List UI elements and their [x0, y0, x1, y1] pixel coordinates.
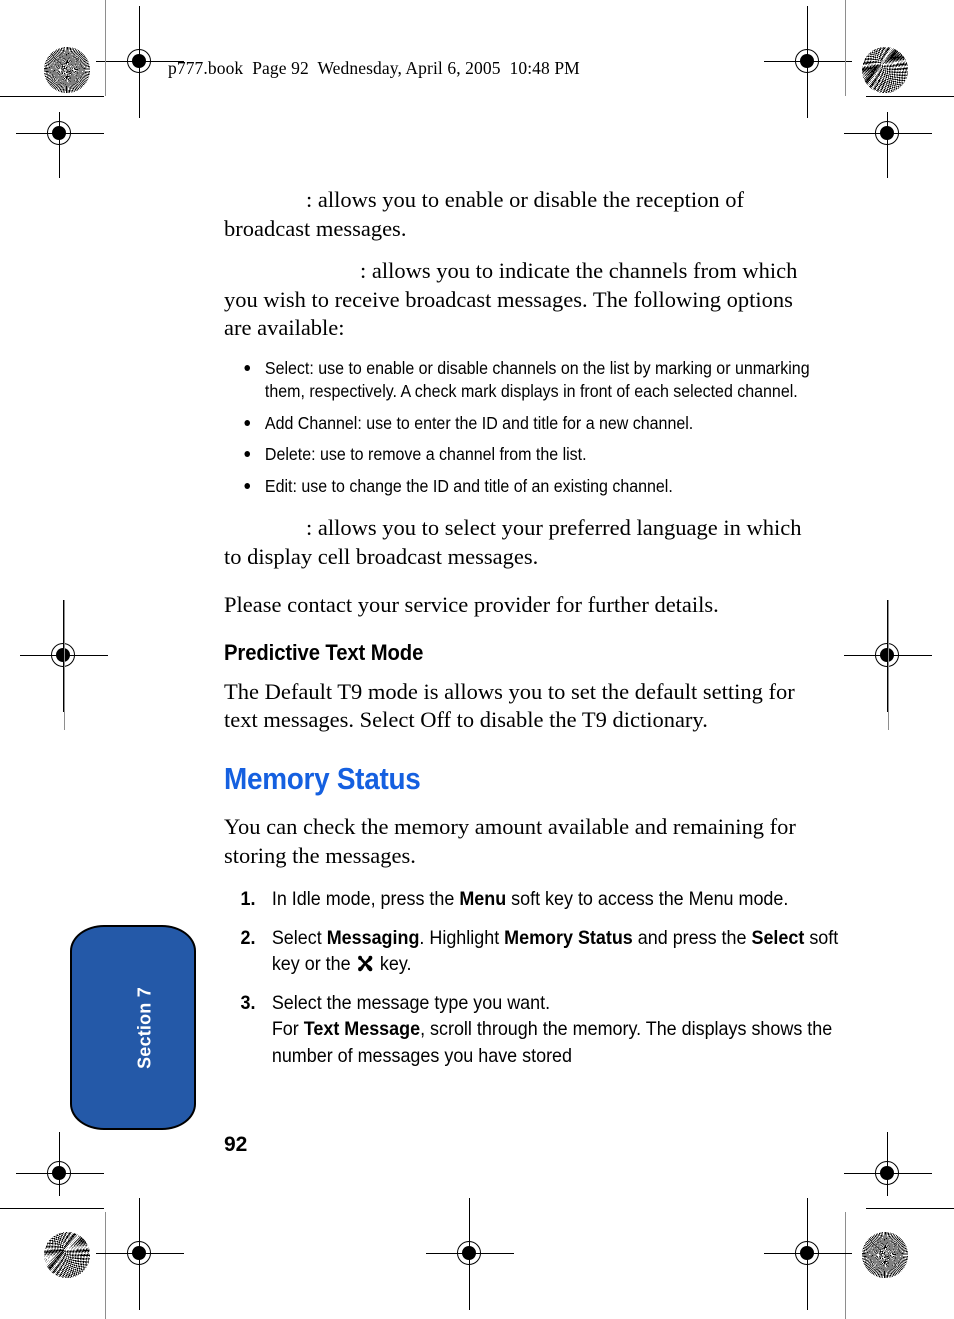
- list-item-label: Delete: use to remove a channel from the…: [264, 444, 587, 465]
- page-number: 92: [224, 1133, 248, 1156]
- step-item-2: 2. Select Messaging. Highlight Memory St…: [224, 925, 851, 978]
- bullet-icon: [244, 364, 251, 371]
- registration-target-right-lower: [844, 1132, 932, 1196]
- body-column: : allows you to enable or disable the re…: [224, 186, 839, 1081]
- registration-target-top-left-inner: [96, 6, 184, 118]
- memory-status-steps: 1. In Idle mode, press the Menu soft key…: [224, 886, 839, 1069]
- registration-target-bottom-right-inner: [764, 1198, 852, 1310]
- list-item: Delete: use to remove a channel from the…: [224, 443, 845, 466]
- paragraph-text: : allows you to select your preferred la…: [224, 515, 802, 569]
- list-item: Edit: use to change the ID and title of …: [224, 475, 845, 498]
- section-thumb-tab: Section 7: [70, 925, 196, 1130]
- step-text: Select Messaging. Highlight Memory Statu…: [271, 926, 839, 976]
- paragraph-contact-provider: Please contact your service provider for…: [224, 591, 804, 620]
- starburst-registration-mark-bottom-right: [862, 1232, 908, 1278]
- step-item-3: 3. Select the message type you want. For …: [224, 990, 851, 1070]
- ui-term-memory-status: Memory Status: [504, 926, 633, 949]
- moire-registration-mark-bottom-left: [44, 1232, 90, 1278]
- registration-target-left-lower: [16, 1132, 104, 1196]
- trim-rule-right-top: [845, 0, 847, 96]
- trim-rule-right-middle: [888, 600, 890, 730]
- registration-target-bottom-center: [426, 1198, 514, 1310]
- paragraph-cb-activation: : allows you to enable or disable the re…: [224, 186, 804, 243]
- list-item-label: Add Channel: use to enter the ID and tit…: [264, 412, 694, 433]
- paragraph-cb-channels: : allows you to indicate the channels fr…: [224, 257, 804, 343]
- list-item: Select: use to enable or disable channel…: [224, 357, 845, 403]
- step-number: 2.: [240, 926, 256, 949]
- step-number: 3.: [240, 991, 256, 1014]
- paragraph-text: Please contact your service provider for…: [224, 592, 719, 618]
- list-item-label: Select: use to enable or disable channel…: [264, 357, 810, 401]
- step-item-1: 1. In Idle mode, press the Menu soft key…: [224, 886, 851, 913]
- step-text: In Idle mode, press the Menu soft key to…: [271, 888, 789, 911]
- ui-term-messaging: Messaging: [326, 926, 420, 949]
- trim-rule-top-left: [0, 96, 104, 98]
- trim-rule-bottom-right: [866, 1208, 954, 1210]
- trim-rule-bottom-left: [0, 1208, 104, 1210]
- ok-key-icon: [357, 953, 373, 972]
- moire-registration-mark-top-right: [862, 47, 908, 93]
- step-number: 1.: [240, 888, 256, 911]
- registration-target-left-upper: [16, 112, 104, 178]
- section-tab-label: Section 7: [134, 986, 155, 1069]
- starburst-registration-mark: [44, 47, 90, 93]
- paragraph-cb-language: : allows you to select your preferred la…: [224, 514, 804, 571]
- channel-options-list: Select: use to enable or disable channel…: [224, 357, 810, 498]
- trim-rule-top-right: [866, 96, 954, 98]
- paragraph-text: : allows you to enable or disable the re…: [224, 187, 744, 241]
- page-header-slug: p777.book Page 92 Wednesday, April 6, 20…: [168, 58, 580, 78]
- list-item: Add Channel: use to enter the ID and tit…: [224, 412, 845, 435]
- trim-rule-left-top: [105, 0, 107, 96]
- registration-target-top-right-inner: [764, 6, 852, 118]
- bullet-icon: [244, 419, 251, 426]
- list-item-label: Edit: use to change the ID and title of …: [264, 476, 673, 497]
- subheading-predictive-text-mode: Predictive Text Mode: [224, 639, 424, 665]
- manual-page: p777.book Page 92 Wednesday, April 6, 20…: [0, 0, 954, 1319]
- trim-rule-left-middle: [64, 600, 66, 730]
- registration-target-right-upper: [844, 112, 932, 178]
- page-title: Memory Status: [224, 761, 421, 796]
- bullet-icon: [244, 451, 251, 458]
- bullet-icon: [244, 483, 251, 490]
- trim-rule-left-bottom: [105, 1212, 107, 1319]
- step-text: Select the message type you want. For Tex…: [271, 991, 833, 1067]
- paragraph-memory-status-body: You can check the memory amount availabl…: [224, 814, 796, 868]
- ui-term-text-message: Text Message: [303, 1018, 421, 1041]
- paragraph-text: : allows you to indicate the channels fr…: [224, 258, 798, 341]
- registration-target-bottom-left-inner: [96, 1198, 184, 1310]
- ui-term-menu: Menu: [459, 888, 507, 911]
- paragraph-predictive-text-body: The Default T9 mode is allows you to set…: [224, 678, 795, 733]
- trim-rule-right-bottom: [845, 1212, 847, 1319]
- ui-term-select: Select: [751, 926, 805, 949]
